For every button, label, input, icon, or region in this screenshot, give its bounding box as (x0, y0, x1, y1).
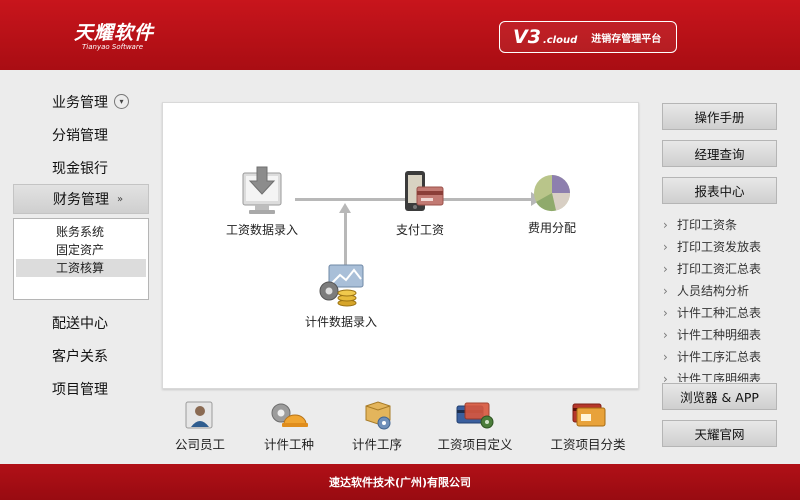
report-link[interactable]: › 计件工序明细表 (663, 368, 781, 382)
chevron-right-icon: › (663, 372, 668, 382)
submenu-item-accounting[interactable]: 账务系统 (14, 223, 148, 241)
nav-item-cash-bank[interactable]: 现金银行 (13, 151, 149, 184)
report-link-label: 打印工资汇总表 (677, 262, 762, 276)
nav-item-label: 分销管理 (52, 127, 108, 144)
shortcut-label: 工资项目定义 (437, 437, 513, 452)
chevron-right-icon: › (663, 306, 668, 320)
flow-node-label: 支付工资 (395, 223, 444, 237)
card-folder-icon (572, 403, 606, 427)
report-link[interactable]: › 打印工资条 (663, 214, 781, 236)
report-link-label: 计件工种明细表 (677, 328, 762, 342)
shortcut-piecework-types[interactable]: 计件工种 (261, 400, 317, 453)
report-link[interactable]: › 计件工种汇总表 (663, 302, 781, 324)
report-link-label: 人员结构分析 (677, 284, 750, 298)
flow-node-piecework-entry[interactable]: 计件数据录入 (301, 263, 381, 330)
chevron-right-icon: › (663, 328, 668, 342)
version-number: V3 (513, 26, 541, 48)
version-subtitle: 进销存管理平台 (591, 33, 662, 45)
sidebar-nav: 业务管理 ▾ 分销管理 现金银行 财务管理 » 账务系统 固定资产 工资核算 配… (13, 88, 149, 405)
report-link-label: 打印工资条 (677, 218, 738, 232)
report-link-label: 计件工序汇总表 (677, 350, 762, 364)
report-link[interactable]: › 打印工资发放表 (663, 236, 781, 258)
employee-icon (185, 401, 213, 429)
logo: 天耀软件 Tianyao Software (74, 18, 154, 51)
manager-query-button[interactable]: 经理查询 (662, 140, 777, 167)
submenu-item-payroll[interactable]: 工资核算 (16, 259, 146, 277)
flow-node-label: 计件数据录入 (304, 315, 377, 329)
shortcut-salary-item-category[interactable]: 工资项目分类 (546, 400, 630, 453)
shortcut-label: 计件工种 (263, 437, 314, 452)
nav-item-label: 业务管理 (52, 94, 108, 111)
computer-down-icon (242, 166, 282, 214)
nav-item-business[interactable]: 业务管理 ▾ (13, 85, 149, 118)
shortcut-label: 计件工序 (351, 437, 402, 452)
chevron-down-icon[interactable]: ▾ (114, 94, 129, 109)
logo-text: 天耀软件 (74, 22, 155, 44)
report-link[interactable]: › 打印工资汇总表 (663, 258, 781, 280)
chevron-right-icon: › (663, 350, 668, 364)
workflow-panel: 工资数据录入 支付工资 费用分配 计件数据录入 (162, 102, 639, 389)
header: 天耀软件 Tianyao Software V3 .cloud 进销存管理平台 (0, 0, 800, 70)
official-site-button[interactable]: 天耀官网 (662, 420, 777, 447)
pie-chart-icon (534, 175, 570, 212)
chevron-down-icon[interactable]: » (117, 194, 123, 205)
nav-item-label: 现金银行 (52, 160, 108, 177)
flow-node-expense-allocation[interactable]: 费用分配 (523, 171, 581, 236)
version-suffix: .cloud (542, 35, 578, 46)
flow-node-label: 费用分配 (527, 221, 576, 235)
shortcut-salary-item-definition[interactable]: 工资项目定义 (434, 400, 516, 453)
nav-item-crm[interactable]: 客户关系 (13, 339, 149, 372)
chevron-right-icon: › (663, 240, 668, 254)
nav-item-label: 配送中心 (52, 315, 108, 332)
nav-item-finance[interactable]: 财务管理 » (13, 184, 149, 214)
report-list: › 打印工资条 › 打印工资发放表 › 打印工资汇总表 › 人员结构分析 › 计件工种汇总… (663, 214, 781, 382)
footer: 速达软件技术(广州)有限公司 (0, 464, 800, 500)
submenu-item-fixed-assets[interactable]: 固定资产 (14, 241, 148, 259)
nav-item-delivery[interactable]: 配送中心 (13, 306, 149, 339)
arrow-up-icon (339, 203, 351, 213)
chevron-right-icon: › (663, 284, 668, 298)
process-box-icon (365, 401, 391, 430)
cards-gear-icon (456, 402, 494, 429)
report-link[interactable]: › 计件工种明细表 (663, 324, 781, 346)
chevron-right-icon: › (663, 262, 668, 276)
gear-coins-icon (319, 264, 364, 307)
report-link[interactable]: › 人员结构分析 (663, 280, 781, 302)
report-link-label: 计件工种汇总表 (677, 306, 762, 320)
report-link-label: 打印工资发放表 (677, 240, 762, 254)
flow-connector (344, 211, 347, 267)
footer-company: 速达软件技术(广州)有限公司 (328, 476, 472, 489)
version-badge: V3 .cloud 进销存管理平台 (499, 21, 677, 53)
shortcut-label: 工资项目分类 (550, 437, 626, 452)
nav-item-label: 财务管理 (53, 192, 109, 208)
manual-button[interactable]: 操作手册 (662, 103, 777, 130)
report-link[interactable]: › 计件工序汇总表 (663, 346, 781, 368)
browser-app-button[interactable]: 浏览器 & APP (662, 383, 777, 410)
flow-node-pay-salary[interactable]: 支付工资 (391, 169, 449, 238)
report-center-button[interactable]: 报表中心 (662, 177, 777, 204)
shortcut-piecework-processes[interactable]: 计件工序 (349, 400, 405, 453)
report-link-label: 计件工序明细表 (677, 372, 762, 382)
shortcut-label: 公司员工 (174, 437, 225, 452)
chevron-right-icon: › (663, 218, 668, 232)
flow-node-salary-entry[interactable]: 工资数据录入 (223, 165, 301, 238)
nav-item-label: 客户关系 (52, 348, 108, 365)
nav-item-distribution[interactable]: 分销管理 (13, 118, 149, 151)
nav-item-label: 项目管理 (52, 381, 108, 398)
finance-submenu: 账务系统 固定资产 工资核算 (13, 218, 149, 300)
nav-item-project[interactable]: 项目管理 (13, 372, 149, 405)
flow-node-label: 工资数据录入 (225, 223, 298, 237)
worker-helmet-icon (271, 403, 308, 427)
payment-card-icon (405, 171, 444, 211)
shortcut-employees[interactable]: 公司员工 (172, 400, 228, 453)
